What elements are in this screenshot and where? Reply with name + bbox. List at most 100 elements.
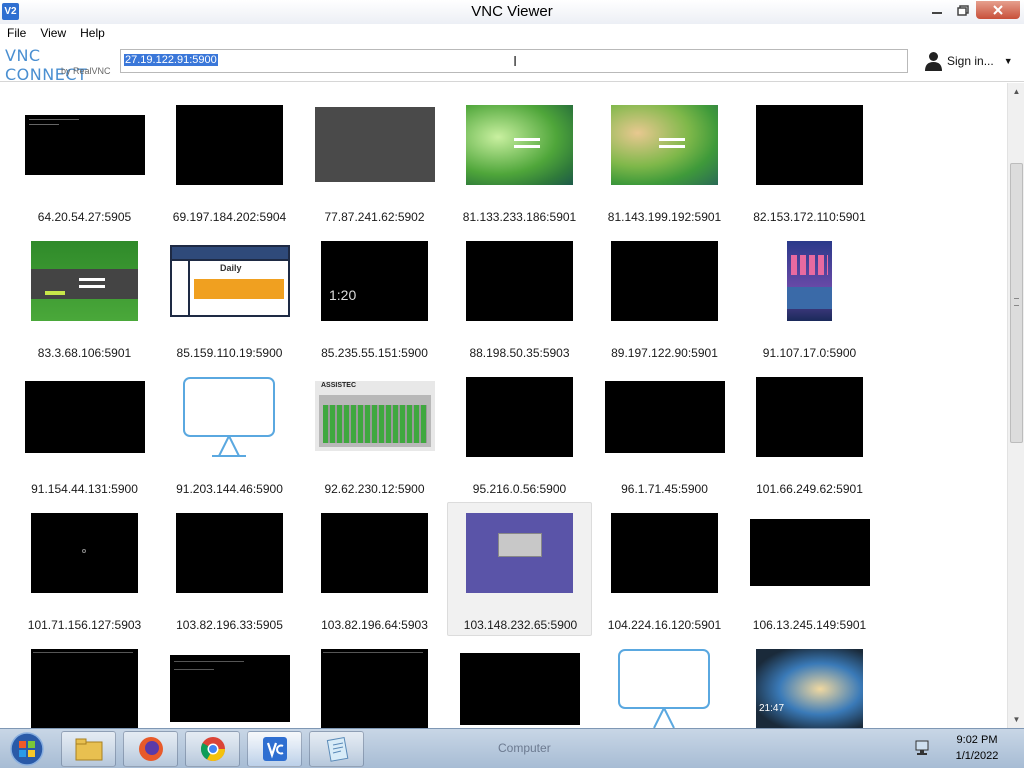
- connection-tile[interactable]: 1:20 85.235.55.151:5900: [302, 232, 447, 366]
- minimize-button[interactable]: [924, 1, 950, 19]
- connection-tile[interactable]: 83.3.68.106:5901: [12, 232, 157, 366]
- connection-thumbnail: [25, 381, 145, 453]
- vertical-scrollbar[interactable]: ▲ ▼: [1007, 83, 1024, 728]
- taskbar-vnc-viewer[interactable]: [247, 731, 302, 767]
- connection-tile[interactable]: 82.153.172.110:5901: [737, 96, 882, 230]
- scroll-up-arrow-icon[interactable]: ▲: [1008, 83, 1024, 100]
- taskbar-notepad[interactable]: [309, 731, 364, 767]
- connection-label: 83.3.68.106:5901: [37, 346, 132, 360]
- menu-bar: File View Help: [0, 24, 1024, 42]
- connection-label: 103.82.196.33:5905: [176, 618, 283, 632]
- connection-label: 85.159.110.19:5900: [176, 346, 283, 360]
- thumbnail-caption: Daily: [220, 263, 242, 273]
- connection-tile[interactable]: 91.107.17.0:5900: [737, 232, 882, 366]
- connection-thumbnail: [176, 513, 283, 593]
- connection-tile[interactable]: 91.154.44.131:5900: [12, 368, 157, 502]
- connection-tile[interactable]: 103.82.196.64:5903: [302, 504, 447, 638]
- connection-tile[interactable]: 96.1.71.45:5900: [592, 368, 737, 502]
- connection-label: 82.153.172.110:5901: [753, 210, 866, 224]
- connection-thumbnail: [466, 377, 573, 457]
- connection-label: 101.66.249.62:5901: [756, 482, 863, 496]
- menu-help[interactable]: Help: [73, 26, 112, 40]
- connection-label: 91.154.44.131:5900: [31, 482, 138, 496]
- connection-label: 91.203.144.46:5900: [176, 482, 283, 496]
- taskbar-ghost-label: Computer: [498, 741, 551, 755]
- connection-tile[interactable]: 21:47: [737, 640, 882, 728]
- connection-tile[interactable]: 103.82.196.33:5905: [157, 504, 302, 638]
- thumbnail-caption: 1:20: [329, 287, 357, 303]
- notepad-icon: [326, 737, 348, 762]
- connection-tile[interactable]: 69.197.184.202:5904: [157, 96, 302, 230]
- connection-thumbnail: [605, 381, 725, 453]
- logo-main-text: VNC CONNECT: [5, 46, 88, 84]
- connection-label: 106.13.245.149:5901: [752, 618, 867, 632]
- connection-tile[interactable]: [592, 640, 737, 728]
- connection-label: 69.197.184.202:5904: [172, 210, 287, 224]
- restore-icon: [957, 4, 969, 16]
- connection-thumbnail: [466, 241, 573, 321]
- connection-tile[interactable]: [12, 640, 157, 728]
- connection-tile[interactable]: [447, 640, 592, 728]
- menu-view[interactable]: View: [33, 26, 73, 40]
- windows-start-icon: [10, 732, 44, 766]
- connection-thumbnail: [466, 105, 573, 185]
- connection-label: 89.197.122.90:5901: [611, 346, 718, 360]
- title-bar[interactable]: V2 VNC Viewer: [0, 0, 1024, 24]
- connection-tile[interactable]: 91.203.144.46:5900: [157, 368, 302, 502]
- connection-label: 92.62.230.12:5900: [324, 482, 425, 496]
- close-button[interactable]: [976, 1, 1020, 19]
- connection-tile[interactable]: ASSISTEC 92.62.230.12:5900: [302, 368, 447, 502]
- scroll-down-arrow-icon[interactable]: ▼: [1008, 711, 1024, 728]
- connection-tile[interactable]: 89.197.122.90:5901: [592, 232, 737, 366]
- connection-tile[interactable]: 101.66.249.62:5901: [737, 368, 882, 502]
- network-icon[interactable]: [914, 739, 932, 757]
- clock-time[interactable]: 9:02 PM: [942, 734, 1012, 746]
- thumbnail-caption: 21:47: [759, 703, 785, 714]
- sign-in-label: Sign in...: [947, 54, 994, 68]
- connection-tile-selected[interactable]: 103.148.232.65:5900: [447, 502, 592, 636]
- connection-tile[interactable]: Daily 85.159.110.19:5900: [157, 232, 302, 366]
- connection-label: 96.1.71.45:5900: [621, 482, 708, 496]
- firefox-icon: [138, 737, 163, 761]
- connection-thumbnail: [466, 513, 573, 593]
- thumbnail-caption: ASSISTEC: [321, 382, 357, 389]
- menu-file[interactable]: File: [0, 26, 33, 40]
- scrollbar-thumb[interactable]: [1010, 163, 1023, 443]
- chevron-down-icon: ▼: [1003, 56, 1013, 66]
- connection-tile[interactable]: 88.198.50.35:5903: [447, 232, 592, 366]
- connection-thumbnail: [176, 105, 283, 185]
- clock-date[interactable]: 1/1/2022: [942, 750, 1012, 762]
- start-button[interactable]: [4, 731, 50, 767]
- connection-thumbnail: 21:47: [756, 649, 863, 728]
- taskbar-chrome[interactable]: [185, 731, 240, 767]
- address-input[interactable]: 27.19.122.91:5900 I: [120, 49, 908, 73]
- taskbar-firefox[interactable]: [123, 731, 178, 767]
- connection-thumbnail: [31, 241, 138, 321]
- taskbar-explorer[interactable]: [61, 731, 116, 767]
- connection-tile[interactable]: 101.71.156.127:5903: [12, 504, 157, 638]
- connection-tile[interactable]: 95.216.0.56:5900: [447, 368, 592, 502]
- monitor-icon: [618, 649, 710, 728]
- connection-tile[interactable]: 104.224.16.120:5901: [592, 504, 737, 638]
- close-icon: [993, 5, 1003, 15]
- connection-label: 77.87.241.62:5902: [324, 210, 425, 224]
- connection-thumbnail: ASSISTEC: [315, 381, 435, 451]
- connection-tile[interactable]: [157, 640, 302, 728]
- connection-label: 101.71.156.127:5903: [27, 618, 142, 632]
- connection-label: 81.133.233.186:5901: [462, 210, 577, 224]
- maximize-button[interactable]: [950, 1, 976, 19]
- connection-tile[interactable]: 81.133.233.186:5901: [447, 96, 592, 230]
- connection-tile[interactable]: 77.87.241.62:5902: [302, 96, 447, 230]
- toolbar: VNC CONNECT by RealVNC 27.19.122.91:5900…: [0, 42, 1024, 84]
- sign-in-button[interactable]: Sign in... ▼: [925, 51, 1013, 71]
- connection-tile[interactable]: 106.13.245.149:5901: [737, 504, 882, 638]
- connection-thumbnail: [611, 241, 718, 321]
- connection-thumbnail: [756, 105, 863, 185]
- connection-label: 64.20.54.27:5905: [37, 210, 132, 224]
- connection-tile[interactable]: 81.143.199.192:5901: [592, 96, 737, 230]
- connection-tile[interactable]: [302, 640, 447, 728]
- connection-thumbnail: Daily: [170, 245, 290, 317]
- connection-thumbnail: [31, 513, 138, 593]
- connection-tile[interactable]: 64.20.54.27:5905: [12, 96, 157, 230]
- connection-label: 95.216.0.56:5900: [472, 482, 567, 496]
